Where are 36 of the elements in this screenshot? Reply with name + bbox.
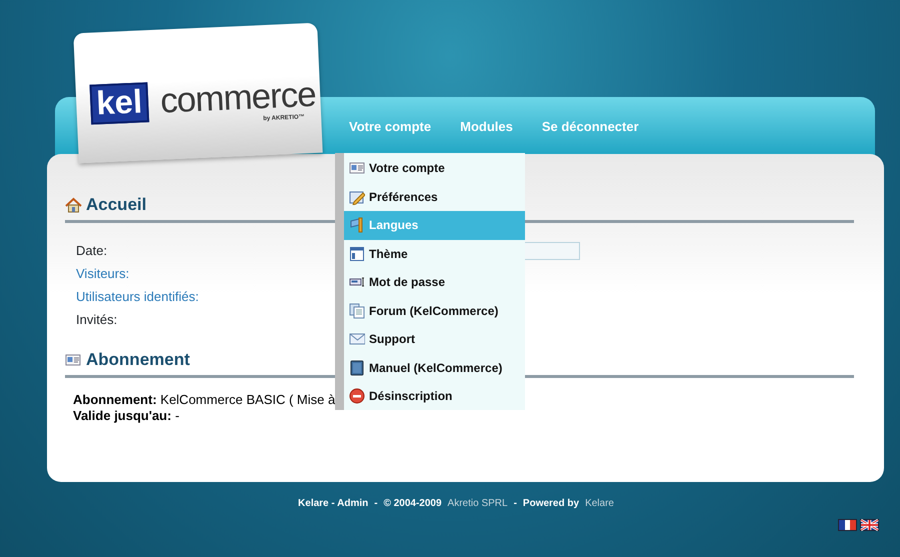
info-link[interactable]: Visiteurs: bbox=[76, 264, 130, 284]
menu-item[interactable]: Support bbox=[344, 325, 525, 354]
footer-text: - bbox=[374, 497, 378, 511]
documents-icon bbox=[349, 302, 365, 319]
footer-text: © 2004-2009 bbox=[384, 497, 442, 511]
footer-text: Kelare - Admin bbox=[298, 497, 368, 511]
info-label: Invités: bbox=[76, 310, 118, 329]
footer-link[interactable]: Kelare bbox=[585, 496, 614, 511]
footer-text: Powered by bbox=[522, 497, 580, 511]
house-icon bbox=[65, 197, 82, 213]
pencil-note-icon bbox=[349, 188, 365, 205]
menu-item[interactable]: Manuel (KelCommerce) bbox=[344, 354, 525, 382]
flag-icon bbox=[349, 217, 365, 234]
footer-link[interactable]: Akretio SPRL bbox=[448, 496, 508, 511]
envelope-icon bbox=[349, 331, 365, 348]
footer-text: - bbox=[514, 497, 517, 511]
menu-item[interactable]: Préférences bbox=[344, 182, 525, 211]
section-title: Abonnement bbox=[86, 349, 190, 372]
menu-item[interactable]: Mot de passe bbox=[344, 268, 525, 296]
menu-item[interactable]: Votre compte bbox=[344, 154, 525, 182]
book-icon bbox=[349, 360, 365, 376]
subscription-info: Valide jusqu'au: - bbox=[73, 408, 180, 424]
section-title: Accueil bbox=[86, 194, 146, 216]
menu-item[interactable]: Thème bbox=[344, 240, 525, 268]
window-icon bbox=[349, 246, 365, 262]
logo-mark: kel bbox=[90, 82, 150, 125]
subscription-info: Abonnement: KelCommerce BASIC ( Mise à bbox=[73, 392, 336, 408]
menu-item[interactable]: Désinscription bbox=[344, 382, 525, 410]
info-link[interactable]: Utilisateurs identifiés: bbox=[76, 286, 199, 306]
british-flag-icon[interactable] bbox=[860, 519, 879, 531]
info-label: Date: bbox=[76, 242, 108, 260]
french-flag-icon[interactable] bbox=[838, 519, 857, 531]
id-card-icon bbox=[349, 160, 365, 176]
minus-circle-icon bbox=[349, 388, 365, 404]
menu-item[interactable]: Forum (KelCommerce) bbox=[344, 296, 525, 325]
id-card-icon bbox=[65, 352, 82, 368]
